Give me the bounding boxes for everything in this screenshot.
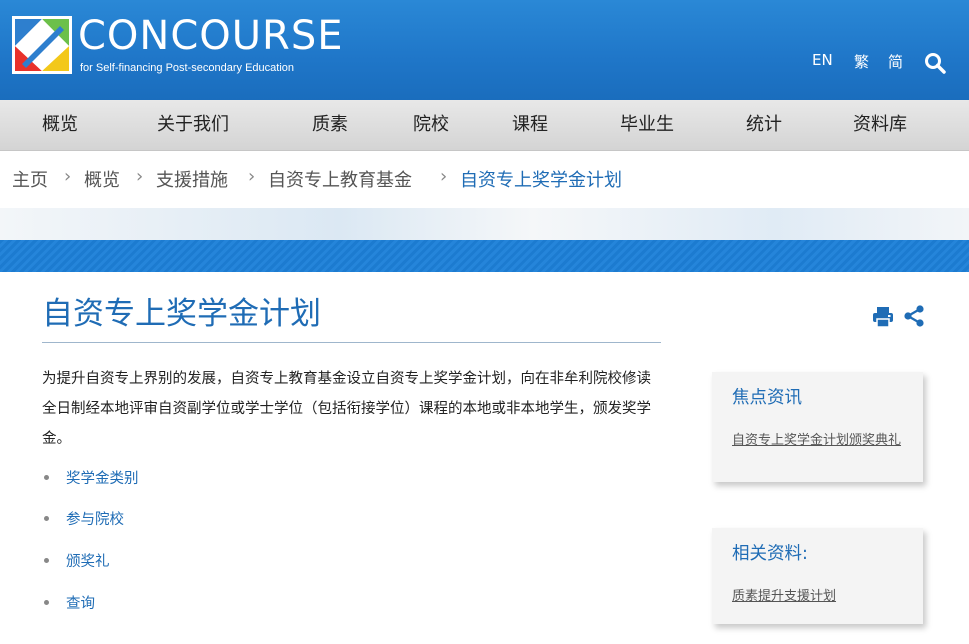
breadcrumb-fund[interactable]: 自资专上教育基金 (268, 166, 412, 192)
link-enquiry[interactable]: 查询 (66, 592, 95, 613)
bullet-icon (44, 516, 49, 521)
lang-en-link[interactable]: EN (812, 51, 833, 69)
nav-statistics[interactable]: 统计 (746, 100, 782, 150)
nav-about[interactable]: 关于我们 (157, 100, 229, 150)
site-header: CONCOURSE for Self-financing Post-second… (0, 0, 969, 100)
breadcrumb-separator: › (248, 166, 256, 187)
breadcrumb-home[interactable]: 主页 (12, 166, 48, 192)
link-award-ceremony[interactable]: 颁奖礼 (66, 550, 110, 571)
focus-link[interactable]: 自资专上奖学金计划颁奖典礼 (732, 434, 907, 448)
brand-name[interactable]: CONCOURSE (78, 14, 343, 58)
nav-institutions[interactable]: 院校 (413, 100, 449, 150)
main-nav: 概览 关于我们 质素 院校 课程 毕业生 统计 资料库 (0, 100, 969, 151)
lang-tc-link[interactable]: 繁 (854, 51, 869, 72)
bullet-icon (44, 475, 49, 480)
breadcrumb-separator: › (64, 166, 72, 187)
link-scholarship-types[interactable]: 奖学金类别 (66, 467, 139, 488)
print-icon[interactable] (872, 306, 894, 328)
lang-sc-link[interactable]: 简 (888, 51, 903, 72)
related-link[interactable]: 质素提升支援计划 (732, 590, 907, 604)
nav-programmes[interactable]: 课程 (512, 100, 548, 150)
nav-graduates[interactable]: 毕业生 (620, 100, 674, 150)
breadcrumb-overview[interactable]: 概览 (84, 166, 120, 192)
banner-stripe (0, 240, 969, 272)
title-divider (42, 342, 661, 343)
focus-title: 焦点资讯 (732, 388, 802, 408)
page-title: 自资专上奖学金计划 (42, 296, 321, 332)
bullet-icon (44, 600, 49, 605)
search-icon[interactable] (924, 52, 946, 74)
nav-quality[interactable]: 质素 (312, 100, 348, 150)
brand-tagline: for Self-financing Post-secondary Educat… (80, 62, 295, 74)
nav-overview[interactable]: 概览 (42, 100, 78, 150)
breadcrumb-separator: › (136, 166, 144, 187)
share-icon[interactable] (903, 305, 925, 327)
link-participating-institutions[interactable]: 参与院校 (66, 508, 124, 529)
bullet-icon (44, 558, 49, 563)
nav-library[interactable]: 资料库 (853, 100, 907, 150)
banner-top (0, 208, 969, 240)
concourse-logo[interactable] (12, 16, 72, 74)
intro-paragraph: 为提升自资专上界别的发展，自资专上教育基金设立自资专上奖学金计划，向在非牟利院校… (42, 371, 651, 447)
breadcrumb-separator: › (440, 166, 448, 187)
focus-box: 焦点资讯 自资专上奖学金计划颁奖典礼 (712, 372, 923, 482)
breadcrumb-current: 自资专上奖学金计划 (460, 170, 622, 191)
related-box: 相关资料: 质素提升支援计划 (712, 528, 923, 624)
related-title: 相关资料: (732, 544, 808, 564)
breadcrumb-support[interactable]: 支援措施 (156, 166, 228, 192)
